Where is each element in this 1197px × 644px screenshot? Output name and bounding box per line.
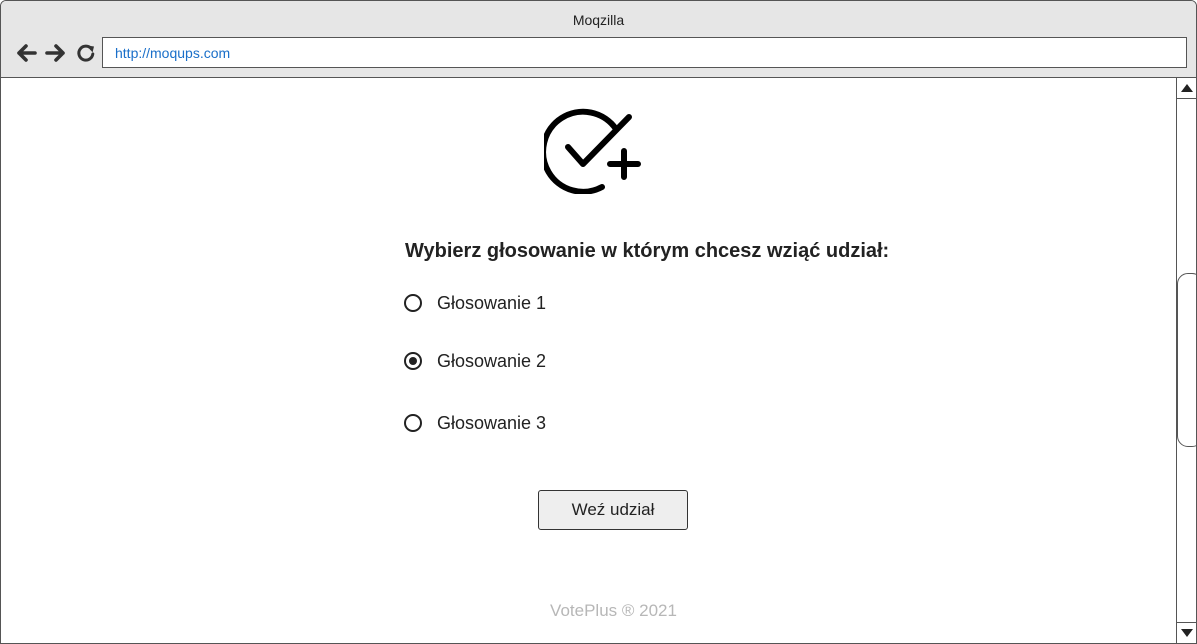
url-input[interactable] (103, 38, 1186, 67)
join-vote-button[interactable]: Weź udział (538, 490, 688, 530)
vertical-scrollbar[interactable] (1176, 78, 1196, 643)
radio-button-1[interactable] (404, 294, 422, 312)
back-arrow-icon[interactable] (13, 41, 39, 65)
browser-chrome: Moqzilla (1, 1, 1196, 78)
poll-option-1[interactable]: Głosowanie 1 (404, 292, 546, 314)
poll-option-2[interactable]: Głosowanie 2 (404, 350, 546, 372)
radio-button-2[interactable] (404, 352, 422, 370)
poll-question: Wybierz głosowanie w którym chcesz wziąć… (405, 240, 890, 262)
nav-buttons (13, 41, 99, 65)
forward-arrow-icon[interactable] (43, 41, 69, 65)
check-circle-plus-icon (540, 102, 644, 195)
reload-icon[interactable] (73, 41, 99, 65)
scroll-down-icon[interactable] (1177, 622, 1196, 643)
address-bar[interactable] (102, 37, 1187, 68)
poll-option-label: Głosowanie 3 (437, 412, 547, 433)
scrollbar-thumb[interactable] (1177, 273, 1196, 447)
footer-copyright: VotePlus ® 2021 (550, 601, 677, 620)
scroll-up-icon[interactable] (1177, 78, 1196, 99)
radio-button-3[interactable] (404, 414, 422, 432)
page-content: Wybierz głosowanie w którym chcesz wziąć… (1, 78, 1176, 643)
poll-option-3[interactable]: Głosowanie 3 (404, 412, 546, 434)
window-title: Moqzilla (572, 12, 625, 28)
poll-option-label: Głosowanie 1 (437, 292, 547, 313)
browser-window: Moqzilla Wybierz głosowanie w którym chc… (0, 0, 1197, 644)
poll-option-label: Głosowanie 2 (437, 350, 547, 371)
